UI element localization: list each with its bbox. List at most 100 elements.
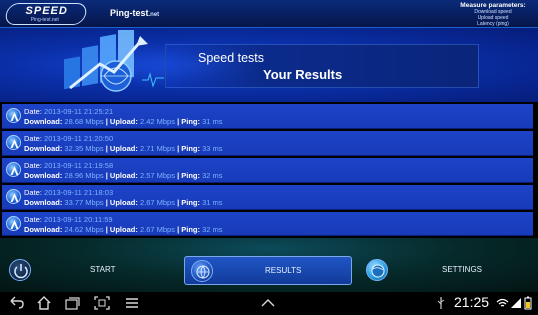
result-date-line: Date: 2013-09-11 21:19:58 — [24, 161, 113, 170]
app-header: SPEED Ping-test.net Ping-test.net Measur… — [0, 0, 538, 28]
settings-button[interactable]: SETTINGS — [362, 256, 532, 285]
date-label: Date: — [24, 107, 42, 116]
download-value: 24.62 Mbps — [64, 225, 104, 234]
separator: | — [177, 171, 180, 180]
date-label: Date: — [24, 134, 42, 143]
result-date-line: Date: 2013-09-11 21:20:50 — [24, 134, 113, 143]
download-label: Download: — [24, 225, 63, 234]
ping-value: 31 ms — [202, 117, 223, 126]
settings-globe-icon — [366, 259, 388, 281]
result-row[interactable]: Date: 2013-09-11 21:20:50 Download: 32.3… — [2, 131, 533, 156]
ping-label: Ping: — [181, 117, 201, 126]
results-list[interactable]: Date: 2013-09-11 21:25:21 Download: 28.6… — [0, 102, 538, 238]
upload-label: Upload: — [109, 117, 138, 126]
upload-value: 2.71 Mbps — [139, 144, 175, 153]
site-name-tld: .net — [148, 12, 160, 18]
result-date: 2013-09-11 20:11:59 — [44, 215, 113, 224]
usb-icon — [437, 297, 445, 309]
separator: | — [105, 144, 108, 153]
ping-label: Ping: — [181, 225, 201, 234]
separator: | — [177, 144, 180, 153]
download-value: 28.68 Mbps — [64, 117, 104, 126]
site-name: Ping-test.net — [110, 8, 159, 18]
speed-test-icon — [6, 189, 21, 204]
result-metrics-line: Download: 24.62 Mbps | Upload: 2.67 Mbps… — [24, 225, 223, 234]
site-name-main: Ping-test — [110, 8, 149, 18]
separator: | — [105, 225, 108, 234]
download-value: 28.96 Mbps — [64, 171, 104, 180]
upload-value: 2.67 Mbps — [139, 225, 175, 234]
result-date: 2013-09-11 21:20:50 — [44, 134, 114, 143]
screenshot-icon[interactable] — [94, 296, 110, 310]
result-row[interactable]: Date: 2013-09-11 21:18:03 Download: 33.7… — [2, 185, 533, 210]
separator: | — [105, 171, 108, 180]
download-value: 33.77 Mbps — [64, 198, 104, 207]
download-value: 32.35 Mbps — [64, 144, 104, 153]
result-date: 2013-09-11 21:18:03 — [44, 188, 114, 197]
result-row[interactable]: Date: 2013-09-11 21:19:58 Download: 28.9… — [2, 158, 533, 183]
separator: | — [177, 117, 180, 126]
settings-label: SETTINGS — [442, 265, 483, 274]
hero-subtitle: Speed tests — [198, 51, 265, 65]
ping-value: 32 ms — [202, 171, 223, 180]
ping-label: Ping: — [181, 171, 201, 180]
download-label: Download: — [24, 198, 63, 207]
speed-logo: SPEED Ping-test.net — [3, 3, 89, 25]
download-label: Download: — [24, 144, 63, 153]
upload-label: Upload: — [109, 144, 138, 153]
speed-chart-graphic-icon — [64, 30, 164, 92]
hero-section: Speed tests Your Results — [0, 28, 538, 102]
result-date: 2013-09-11 21:25:21 — [44, 107, 114, 116]
result-date: 2013-09-11 21:19:58 — [44, 161, 114, 170]
ping-label: Ping: — [181, 198, 201, 207]
result-metrics-line: Download: 32.35 Mbps | Upload: 2.71 Mbps… — [24, 144, 223, 153]
measure-title: Measure parameters: — [460, 2, 526, 9]
result-metrics-line: Download: 28.96 Mbps | Upload: 2.57 Mbps… — [24, 171, 223, 180]
back-icon[interactable] — [8, 296, 24, 310]
result-metrics-line: Download: 33.77 Mbps | Upload: 2.67 Mbps… — [24, 198, 223, 207]
download-label: Download: — [24, 171, 63, 180]
speed-test-icon — [6, 108, 21, 123]
ping-value: 33 ms — [202, 144, 223, 153]
ping-label: Ping: — [181, 144, 201, 153]
speed-test-icon — [6, 216, 21, 231]
measure-parameters: Measure parameters: Download speed Uploa… — [452, 2, 534, 27]
home-icon[interactable] — [36, 296, 52, 310]
upload-value: 2.67 Mbps — [139, 198, 175, 207]
power-icon — [9, 259, 31, 281]
separator: | — [105, 117, 108, 126]
results-label: RESULTS — [265, 266, 302, 275]
system-navigation-bar: 21:25 — [0, 292, 538, 315]
upload-label: Upload: — [109, 171, 138, 180]
recent-apps-icon[interactable] — [64, 296, 80, 310]
date-label: Date: — [24, 215, 42, 224]
results-button[interactable]: RESULTS — [184, 256, 352, 285]
speed-test-icon — [6, 162, 21, 177]
signal-icon — [511, 298, 521, 308]
separator: | — [105, 198, 108, 207]
speed-test-icon — [6, 135, 21, 150]
result-row[interactable]: Date: 2013-09-11 21:25:21 Download: 28.6… — [2, 104, 533, 129]
separator: | — [177, 225, 180, 234]
download-label: Download: — [24, 117, 63, 126]
menu-icon[interactable] — [124, 296, 140, 310]
upload-label: Upload: — [109, 198, 138, 207]
hero-banner: Speed tests Your Results — [165, 44, 479, 88]
bottom-navigation: START RESULTS SETTINGS — [0, 238, 538, 292]
battery-icon — [524, 296, 532, 310]
result-date-line: Date: 2013-09-11 21:25:21 — [24, 107, 113, 116]
result-date-line: Date: 2013-09-11 20:11:59 — [24, 215, 113, 224]
start-label: START — [90, 265, 116, 274]
date-label: Date: — [24, 161, 42, 170]
result-date-line: Date: 2013-09-11 21:18:03 — [24, 188, 113, 197]
ping-value: 32 ms — [202, 225, 223, 234]
results-globe-icon — [191, 260, 213, 282]
result-row[interactable]: Date: 2013-09-11 20:11:59 Download: 24.6… — [2, 212, 533, 236]
logo-text: SPEED — [25, 4, 68, 17]
start-button[interactable]: START — [5, 256, 177, 285]
clock: 21:25 — [454, 294, 490, 310]
chevron-up-icon[interactable] — [260, 296, 276, 310]
separator: | — [177, 198, 180, 207]
logo-subtext: Ping-test.net — [30, 16, 59, 23]
upload-value: 2.57 Mbps — [139, 171, 175, 180]
